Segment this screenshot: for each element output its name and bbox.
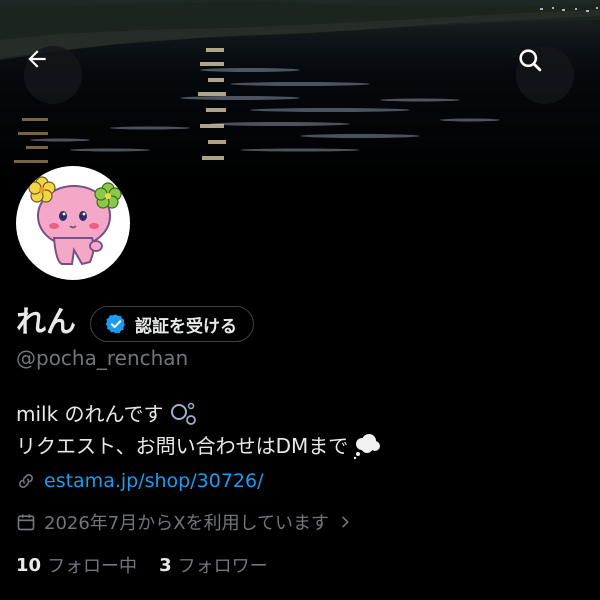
display-name: れん bbox=[16, 305, 76, 340]
search-icon bbox=[519, 49, 542, 72]
follow-stats: 10 フォロー中 3 フォロワー bbox=[16, 552, 290, 578]
verified-badge-icon bbox=[105, 314, 125, 334]
profile-link-row: estama.jp/shop/30726/ bbox=[16, 470, 263, 492]
following-count[interactable]: 10 bbox=[16, 555, 41, 576]
profile-website-link[interactable]: estama.jp/shop/30726/ bbox=[44, 470, 263, 492]
following-label[interactable]: フォロー中 bbox=[47, 552, 137, 578]
search-button[interactable] bbox=[516, 46, 574, 104]
get-verified-label: 認証を受ける bbox=[135, 316, 237, 337]
bubbles-emoji-icon bbox=[170, 402, 196, 425]
thought-balloon-icon bbox=[354, 434, 381, 460]
get-verified-button[interactable]: 認証を受ける bbox=[90, 306, 254, 342]
followers-label[interactable]: フォロワー bbox=[178, 552, 268, 578]
followers-count[interactable]: 3 bbox=[159, 555, 172, 576]
back-button[interactable] bbox=[24, 46, 82, 104]
avatar-image bbox=[16, 166, 130, 280]
link-icon bbox=[19, 474, 33, 488]
user-handle: @pocha_renchan bbox=[16, 346, 189, 370]
joined-date-text: 2026年7月からXを利用しています bbox=[44, 513, 330, 534]
bio-text-1: milk のれんです bbox=[16, 402, 164, 426]
bio: milk のれんです リクエスト、お問い合わせはDMまで bbox=[16, 398, 382, 462]
bio-line-1: milk のれんです bbox=[16, 398, 382, 430]
profile-screen: れん 認証を受ける @pocha_renchan milk のれんです リクエス… bbox=[0, 0, 600, 600]
chevron-right-icon bbox=[342, 516, 349, 528]
header-banner-image[interactable] bbox=[0, 0, 600, 182]
night-river-scene bbox=[0, 2, 600, 163]
bio-text-2: リクエスト、お問い合わせはDMまで bbox=[16, 434, 349, 458]
profile-avatar[interactable] bbox=[12, 162, 134, 284]
joined-date-row[interactable]: 2026年7月からXを利用しています bbox=[16, 509, 353, 535]
arrow-left-icon bbox=[28, 50, 46, 68]
calendar-icon bbox=[17, 514, 35, 531]
pink-character-illustration bbox=[28, 176, 122, 266]
bio-line-2: リクエスト、お問い合わせはDMまで bbox=[16, 430, 382, 462]
